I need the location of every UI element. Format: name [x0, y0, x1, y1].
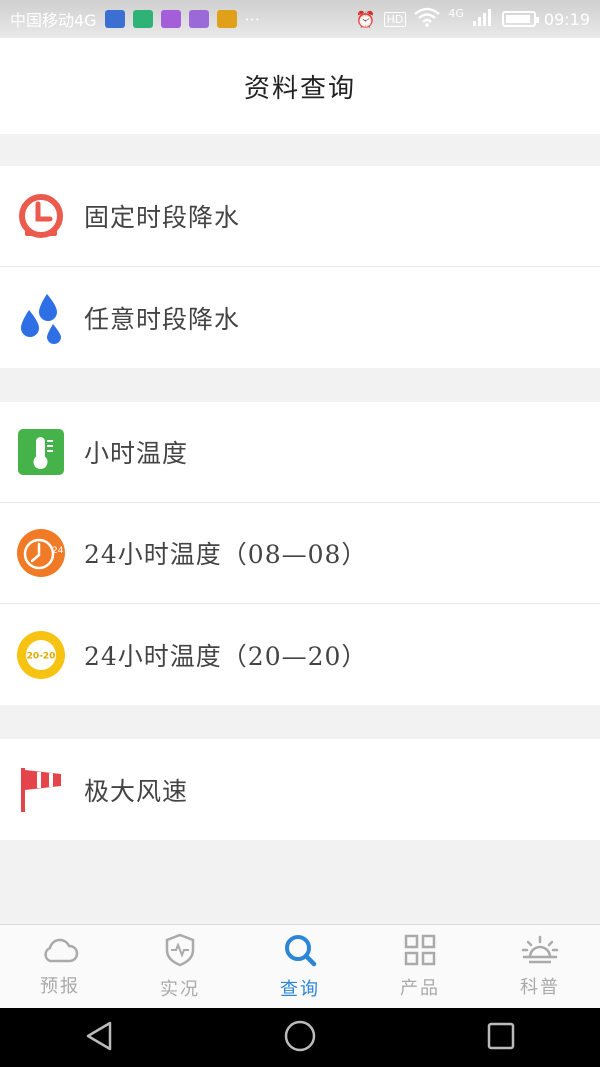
note-app-icon	[216, 10, 237, 28]
keyboard-app-icon	[188, 10, 209, 28]
tab-label: 产品	[400, 978, 440, 999]
thermometer-icon	[17, 428, 65, 476]
signal-icon	[472, 7, 494, 31]
image-app-icon	[160, 10, 181, 28]
list-group-precipitation: 固定时段降水 任意时段降水	[0, 166, 600, 368]
list-group-temperature: 小时温度 24 24小时温度（08—08） 20-20 24小时温度（20—20…	[0, 402, 600, 705]
home-icon[interactable]	[283, 1019, 317, 1057]
back-icon[interactable]	[84, 1020, 114, 1056]
hd-badge: HD	[383, 11, 407, 27]
list-item-label: 极大风速	[84, 776, 189, 806]
tab-label: 科普	[520, 977, 560, 998]
grid-icon	[404, 934, 436, 970]
tab-science[interactable]: 科普	[480, 925, 600, 1009]
page-title: 资料查询	[243, 73, 356, 104]
shield-pulse-icon	[164, 933, 196, 971]
list-item-max-wind-speed[interactable]: 极大风速	[0, 739, 600, 840]
more-notifications: ···	[244, 9, 260, 29]
list-item-label: 24小时温度（08—08）	[84, 540, 368, 569]
bottom-tab-bar: 预报 实况 查询 产品 科普	[0, 924, 600, 1009]
badge-20-20-icon: 20-20	[17, 630, 65, 679]
clock-icon	[17, 192, 65, 240]
sunrise-icon	[521, 935, 559, 969]
alarm-icon: ⏰	[355, 9, 376, 29]
shield-app-icon	[132, 10, 153, 28]
tab-label: 实况	[160, 979, 200, 1000]
tab-label: 预报	[40, 976, 80, 997]
recent-apps-icon[interactable]	[486, 1021, 516, 1055]
raindrops-icon	[17, 293, 65, 344]
tab-products[interactable]: 产品	[360, 925, 480, 1009]
app-header: 资料查询	[0, 38, 600, 134]
carrier-label: 中国移动4G	[10, 11, 97, 30]
list-item-label: 24小时温度（20—20）	[84, 641, 368, 671]
tab-forecast[interactable]: 预报	[0, 925, 120, 1009]
system-nav-bar	[0, 1008, 600, 1067]
tab-label: 查询	[280, 979, 320, 1000]
wifi-icon	[414, 7, 441, 31]
list-item-24h-temp-08[interactable]: 24 24小时温度（08—08）	[0, 503, 600, 604]
battery-icon	[501, 11, 539, 27]
tab-query[interactable]: 查询	[240, 925, 360, 1009]
tab-live[interactable]: 实况	[120, 925, 240, 1009]
list-item-fixed-period-precip[interactable]: 固定时段降水	[0, 166, 600, 267]
list-item-label: 任意时段降水	[84, 304, 241, 334]
windsock-icon	[17, 766, 65, 814]
clock-24-icon: 24	[17, 529, 65, 577]
list-item-hourly-temp[interactable]: 小时温度	[0, 402, 600, 503]
search-icon	[283, 933, 317, 971]
list-group-wind: 极大风速	[0, 739, 600, 840]
list-item-label: 小时温度	[84, 439, 189, 468]
mail-app-icon	[104, 10, 125, 28]
list-item-any-period-precip[interactable]: 任意时段降水	[0, 267, 600, 368]
network-type: 4G	[448, 7, 464, 20]
status-bar: 中国移动4G ··· ⏰ HD 4G 09:19	[0, 0, 600, 38]
svg-text:24: 24	[52, 546, 64, 556]
badge-text: 20-20	[27, 651, 56, 661]
clock-time: 09:19	[543, 9, 590, 29]
list-item-label: 固定时段降水	[84, 203, 241, 232]
cloud-icon	[41, 936, 79, 968]
list-item-24h-temp-20[interactable]: 20-20 24小时温度（20—20）	[0, 604, 600, 705]
